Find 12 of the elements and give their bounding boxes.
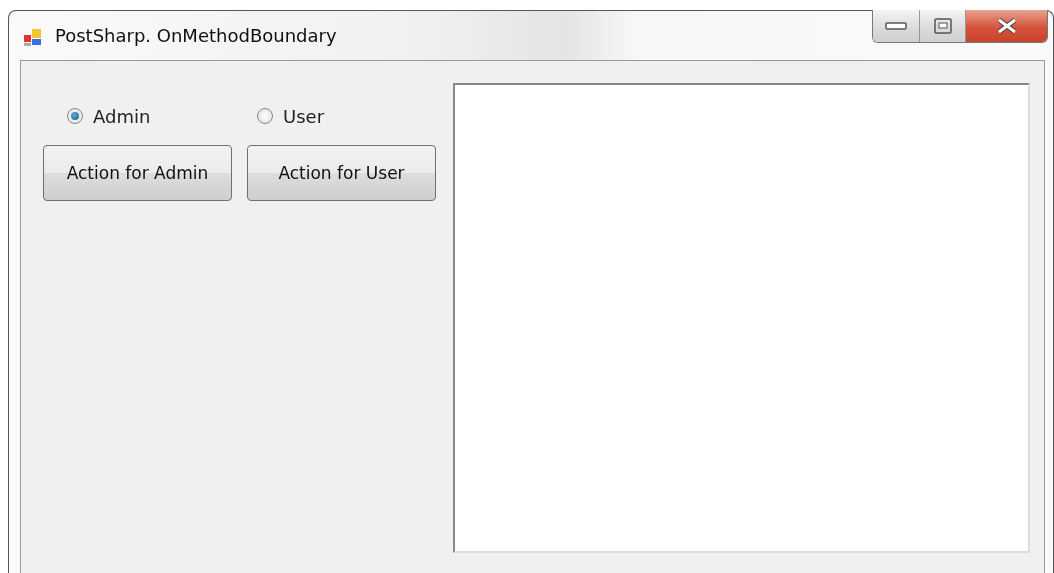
close-button[interactable] bbox=[965, 10, 1047, 42]
app-icon bbox=[23, 27, 43, 47]
role-radio[interactable]: Admin bbox=[67, 103, 257, 129]
maximize-button[interactable] bbox=[919, 10, 965, 42]
minimize-icon bbox=[885, 22, 907, 30]
close-icon bbox=[995, 18, 1018, 34]
minimize-button[interactable] bbox=[873, 10, 919, 42]
action-button[interactable]: Action for User bbox=[247, 145, 436, 201]
window-title: PostSharp. OnMethodBoundary bbox=[55, 25, 337, 46]
maximize-icon bbox=[933, 18, 952, 34]
role-radio[interactable]: User bbox=[257, 103, 447, 129]
action-button[interactable]: Action for Admin bbox=[43, 145, 232, 201]
